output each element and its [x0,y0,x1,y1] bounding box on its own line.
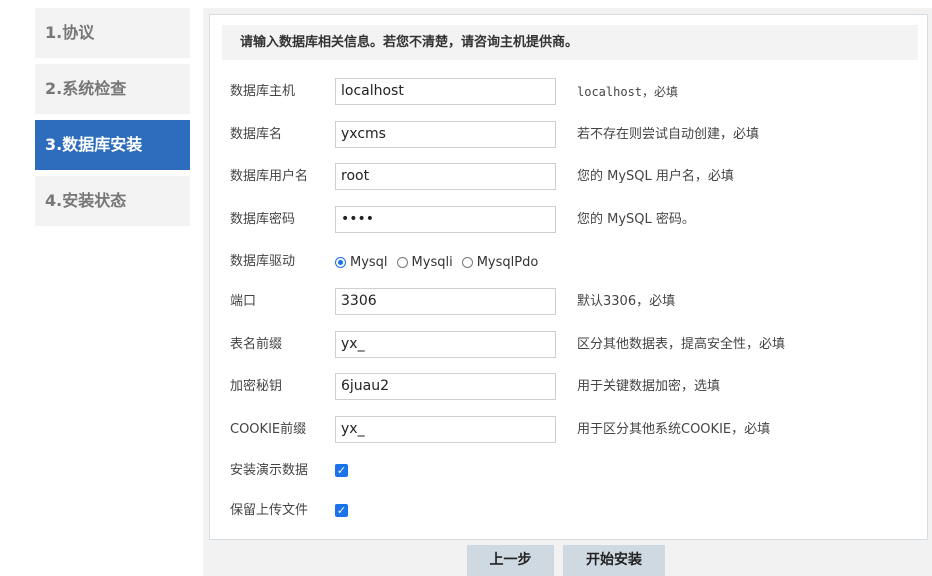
row-table-prefix: 表名前缀 yx_ 区分其他数据表，提高安全性，必填 [210,330,929,360]
db-host-input[interactable]: localhost [335,78,556,105]
row-keep-uploads: 保留上传文件 ✓ [210,496,929,526]
hint-db-host: localhost，必填 [577,85,679,99]
step-agreement: 1.协议 [35,8,190,58]
label-demo-data: 安装演示数据 [230,463,309,478]
label-secret-key: 加密秘钥 [230,379,283,394]
row-db-password: 数据库密码 •••• 您的 MySQL 密码。 [210,205,929,235]
hint-secret-key: 用于关键数据加密，选填 [577,379,721,394]
start-install-button[interactable]: 开始安装 [563,545,665,576]
label-db-host: 数据库主机 [230,84,296,99]
prev-step-button[interactable]: 上一步 [467,545,554,576]
hint-db-name: 若不存在则尝试自动创建，必填 [577,127,760,142]
secret-key-input[interactable]: 6juau2 [335,373,556,400]
row-db-driver: 数据库驱动 Mysql Mysqli MysqlPdo [210,247,929,277]
label-db-name: 数据库名 [230,127,283,142]
label-db-password: 数据库密码 [230,212,296,227]
step-install-status: 4.安装状态 [35,176,190,226]
driver-option-mysqlpdo[interactable]: MysqlPdo [461,254,539,270]
radio-mysqlpdo[interactable] [461,256,473,268]
hint-db-user: 您的 MySQL 用户名，必填 [577,169,734,184]
row-db-name: 数据库名 yxcms 若不存在则尝试自动创建，必填 [210,120,929,150]
driver-option-mysql[interactable]: Mysql [335,255,388,270]
hint-table-prefix: 区分其他数据表，提高安全性，必填 [577,337,786,352]
database-form: 请输入数据库相关信息。若您不清楚，请咨询主机提供商。 数据库主机 localho… [209,14,928,540]
radio-mysql[interactable] [335,256,346,268]
label-keep-uploads: 保留上传文件 [230,503,309,518]
step-sidebar: 1.协议 2.系统检查 3.数据库安装 4.安装状态 [35,8,190,232]
label-db-driver: 数据库驱动 [230,254,296,269]
demo-data-checkbox[interactable]: ✓ [335,464,348,477]
cookie-prefix-input[interactable]: yx_ [335,416,556,443]
driver-mysql-label: Mysql [350,254,388,270]
label-db-user: 数据库用户名 [230,169,309,184]
db-name-input[interactable]: yxcms [335,121,556,148]
table-prefix-input[interactable]: yx_ [335,331,556,358]
step-database-install: 3.数据库安装 [35,120,190,170]
driver-option-mysqli[interactable]: Mysqli [396,254,453,270]
label-table-prefix: 表名前缀 [230,337,283,352]
row-db-user: 数据库用户名 root 您的 MySQL 用户名，必填 [210,162,929,192]
keep-uploads-checkbox[interactable]: ✓ [335,504,348,517]
radio-mysqli[interactable] [396,256,408,268]
hint-port: 默认3306，必填 [577,294,676,309]
row-db-host: 数据库主机 localhost localhost，必填 [210,77,929,107]
label-port: 端口 [230,294,257,309]
row-cookie-prefix: COOKIE前缀 yx_ 用于区分其他系统COOKIE，必填 [210,415,929,445]
notice-bar: 请输入数据库相关信息。若您不清楚，请咨询主机提供商。 [222,25,918,60]
row-port: 端口 3306 默认3306，必填 [210,287,929,317]
step-system-check: 2.系统检查 [35,64,190,114]
port-input[interactable]: 3306 [335,288,556,315]
label-cookie-prefix: COOKIE前缀 [230,422,307,437]
driver-mysqli-label: Mysqli [411,254,453,270]
row-demo-data: 安装演示数据 ✓ [210,456,929,486]
hint-cookie-prefix: 用于区分其他系统COOKIE，必填 [577,422,771,437]
row-secret-key: 加密秘钥 6juau2 用于关键数据加密，选填 [210,372,929,402]
db-password-input[interactable]: •••• [335,206,556,233]
driver-mysqlpdo-label: MysqlPdo [476,254,539,270]
hint-db-password: 您的 MySQL 密码。 [577,212,695,227]
db-user-input[interactable]: root [335,163,556,190]
driver-radio-group: Mysql Mysqli MysqlPdo [335,247,547,277]
